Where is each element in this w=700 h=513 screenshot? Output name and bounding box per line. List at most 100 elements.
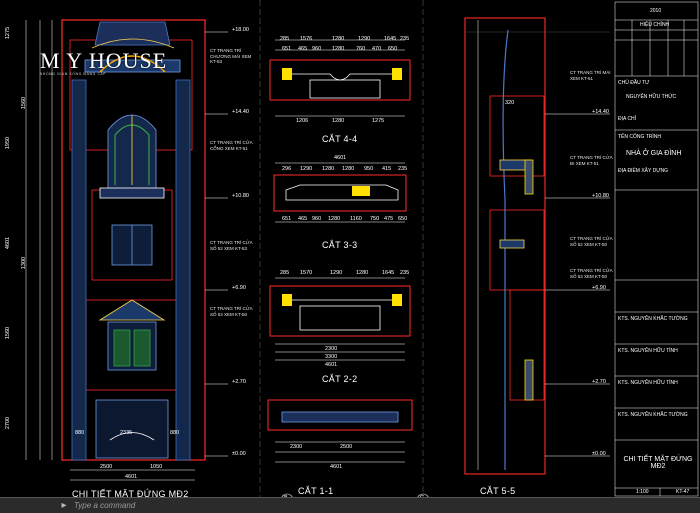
annotation-note: CT TRANG TRÍ CHƯƠNG MÁI XEM KT-53 xyxy=(210,48,252,64)
dim-label: 1160 xyxy=(350,216,362,222)
dim-label: 4601 xyxy=(334,155,347,161)
elevation-tag: +18.00 xyxy=(232,27,249,33)
dim-label: 470 xyxy=(372,46,382,52)
elevation-tag: ±0.00 xyxy=(232,451,246,457)
dim-label: 4601 xyxy=(325,362,338,368)
dim-label: 2500 xyxy=(340,444,353,450)
dim-label: 1050 xyxy=(150,464,163,470)
dim-label: 950 xyxy=(364,166,374,172)
dim-label: 235 xyxy=(398,166,408,172)
section-title-1-1: CẮT 1-1 xyxy=(298,486,334,496)
dim-label: 1280 xyxy=(332,46,345,52)
dim-label: 235 xyxy=(400,270,410,276)
annotation-note: CT TRANG TRÍ CỬA CỔNG XEM KT-51 xyxy=(210,140,253,151)
command-input[interactable] xyxy=(74,501,254,510)
dim-label: 465 xyxy=(298,46,308,52)
tb-role: KTS. NGUYỄN KHẮC TƯỜNG xyxy=(618,412,688,418)
annotation-note: CT TRANG TRÍ CỬA SỐ 52 XEM KT-53 xyxy=(210,240,253,251)
drawing-canvas[interactable]: M Y HOUSE KHÔNG GIAN SỐNG ĐẲNG CẤP +18.0… xyxy=(0,0,700,500)
dim-label: 235 xyxy=(400,36,410,42)
dim-label: 1280 xyxy=(328,216,341,222)
elevation-tag: +10.80 xyxy=(232,193,249,199)
dim-label: 650 xyxy=(398,216,408,222)
annotation-note: CT TRANG TRÍ MÁI XEM KT-51 xyxy=(570,70,611,81)
dim-label: 750 xyxy=(370,216,380,222)
title-block xyxy=(614,1,699,497)
tb-date: 2010 xyxy=(650,8,662,14)
tb-project-label: TÊN CÔNG TRÌNH xyxy=(618,134,661,140)
dim-label: 2300 xyxy=(325,346,338,352)
dim-label: 1950 xyxy=(5,136,12,150)
dim-label: 650 xyxy=(388,46,398,52)
dim-label: 1300 xyxy=(21,256,28,270)
dim-label: 1576 xyxy=(300,36,313,42)
dim-label: 320 xyxy=(505,100,515,106)
tb-drawing-title: CHI TIẾT MẶT ĐỨNG MĐ2 xyxy=(623,456,693,470)
tb-scale: 1:100 xyxy=(636,489,649,495)
dim-label: 285 xyxy=(280,270,290,276)
dim-label: 1560 xyxy=(5,326,12,340)
tb-header: HIỆU CHỈNH xyxy=(640,22,670,28)
dim-label: 760 xyxy=(356,46,366,52)
dim-label: 1280 xyxy=(332,36,345,42)
dim-label: 296 xyxy=(282,166,292,172)
dim-label: 1275 xyxy=(372,118,385,124)
dim-label: 2300 xyxy=(290,444,303,450)
command-prompt-icon[interactable]: ▸ xyxy=(58,500,70,512)
elevation-tag: ±0.00 xyxy=(592,451,606,457)
dim-label: 1206 xyxy=(296,118,309,124)
dim-label: 1280 xyxy=(356,270,369,276)
dim-label: 4601 xyxy=(5,236,12,250)
dim-label: 960 xyxy=(312,46,322,52)
dim-label: 2335 xyxy=(120,430,133,436)
elevation-tag: +6.90 xyxy=(232,285,246,291)
elevation-tag: +2.70 xyxy=(592,379,606,385)
dim-label: 1645 xyxy=(382,270,395,276)
dim-label: 651 xyxy=(282,216,292,222)
tb-client-label: CHỦ ĐẦU TƯ xyxy=(618,80,650,86)
dim-label: 1570 xyxy=(300,270,313,276)
tb-role: KTS. NGUYỄN HỮU TÌNH xyxy=(618,380,678,386)
elevation-tag: +14.40 xyxy=(232,109,249,115)
elevation-tag: +2.70 xyxy=(232,379,246,385)
annotation-note: CT TRANG TRÍ CỬA ĐI XEM KT-51 xyxy=(570,155,613,166)
dim-label: 880 xyxy=(75,430,85,436)
dim-label: 465 xyxy=(298,216,308,222)
dim-label: 1560 xyxy=(21,96,28,110)
dim-label: 2500 xyxy=(100,464,113,470)
tb-role: KTS. NGUYỄN KHẮC TƯỜNG xyxy=(618,316,688,322)
dim-label: 1290 xyxy=(300,166,313,172)
dim-label: 1645 xyxy=(384,36,397,42)
tb-client: NGUYỄN HỮU THỨC xyxy=(626,94,677,100)
dim-label: 960 xyxy=(312,216,322,222)
tb-sheet: KT-47 xyxy=(676,489,690,495)
tb-project: NHÀ Ở GIA ĐÌNH xyxy=(626,150,682,157)
dim-label: 415 xyxy=(382,166,392,172)
dim-label: 475 xyxy=(384,216,394,222)
annotation-note: CT TRANG TRÍ CỬA SỐ 53 XEM KT-50 xyxy=(210,306,253,317)
dim-label: 3300 xyxy=(325,354,338,360)
elevation-tag: +10.80 xyxy=(592,193,609,199)
dim-label: 285 xyxy=(280,36,290,42)
section-title-4-4: CẮT 4-4 xyxy=(322,134,358,144)
logo-name: M Y HOUSE xyxy=(40,48,168,73)
dim-label: 1290 xyxy=(358,36,371,42)
command-bar: ▸ xyxy=(0,497,700,513)
dim-label: 4601 xyxy=(330,464,343,470)
annotation-note: CT TRANG TRÍ CỬA SỐ 53 XEM KT-50 xyxy=(570,268,613,279)
dim-label: 1290 xyxy=(330,270,343,276)
dim-label: 4601 xyxy=(125,474,138,480)
brand-logo: M Y HOUSE KHÔNG GIAN SỐNG ĐẲNG CẤP xyxy=(40,48,167,76)
elevation-tag: +6.90 xyxy=(592,285,606,291)
section-title-2-2: CẮT 2-2 xyxy=(322,374,358,384)
annotation-note: CT TRANG TRÍ CỬA SỐ 52 XEM KT-50 xyxy=(570,236,613,247)
facade-mdz xyxy=(25,19,228,481)
dim-label: 880 xyxy=(170,430,180,436)
dim-label: 1275 xyxy=(5,26,12,40)
dim-label: 1280 xyxy=(322,166,335,172)
dim-label: 651 xyxy=(282,46,292,52)
dim-label: 2700 xyxy=(5,416,12,430)
section-title-3-3: CẮT 3-3 xyxy=(322,240,358,250)
tb-role: KTS. NGUYỄN HỮU TÌNH xyxy=(618,348,678,354)
dim-label: 1280 xyxy=(332,118,345,124)
